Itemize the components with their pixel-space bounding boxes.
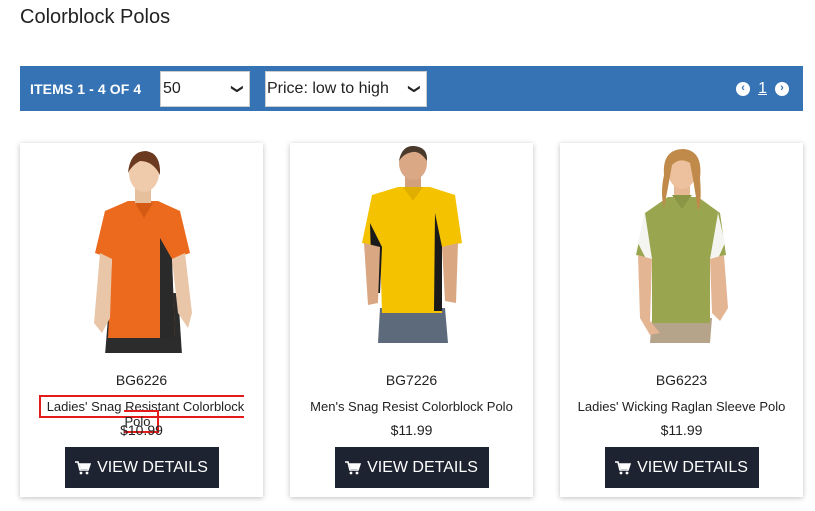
view-details-button[interactable]: VIEW DETAILS (604, 447, 759, 488)
product-price: $11.99 (660, 422, 703, 438)
view-details-button[interactable]: VIEW DETAILS (64, 447, 219, 488)
product-sku: BG6223 (655, 372, 708, 388)
product-name-link[interactable]: Men's Snag Resist Colorblock Polo (290, 399, 533, 414)
product-price: $11.99 (390, 422, 433, 438)
product-name[interactable]: Men's Snag Resist Colorblock Polo (310, 399, 513, 414)
pagination: ‹ 1 › (736, 80, 789, 98)
cart-icon (615, 460, 632, 474)
product-price: $10.99 (120, 422, 163, 438)
sort-select[interactable]: Price: low to high ❮ (265, 70, 427, 107)
page-link[interactable]: 1 (758, 80, 767, 98)
view-details-button[interactable]: VIEW DETAILS (334, 447, 489, 488)
chevron-down-icon: ❮ (405, 83, 420, 94)
view-details-label: VIEW DETAILS (637, 458, 748, 476)
items-count: ITEMS 1 - 4 OF 4 (30, 80, 142, 97)
product-image[interactable] (560, 143, 803, 353)
page-title: Colorblock Polos (20, 6, 171, 28)
product-name-link[interactable]: Ladies' Wicking Raglan Sleeve Polo (560, 399, 803, 414)
sort-value: Price: low to high (267, 79, 389, 97)
product-card: BG7226 Men's Snag Resist Colorblock Polo… (290, 143, 533, 497)
product-sku: BG7226 (385, 372, 438, 388)
next-page-icon[interactable]: › (775, 81, 789, 96)
listing-toolbar: ITEMS 1 - 4 OF 4 50 ❮ Price: low to high… (20, 66, 803, 111)
view-details-label: VIEW DETAILS (97, 458, 208, 476)
product-sku: BG6226 (115, 372, 168, 388)
product-image[interactable] (290, 143, 533, 353)
view-details-label: VIEW DETAILS (367, 458, 478, 476)
product-name[interactable]: Ladies' Wicking Raglan Sleeve Polo (578, 399, 786, 414)
product-card: BG6226 Ladies' Snag Resistant Colorblock… (20, 143, 263, 497)
chevron-down-icon: ❮ (228, 83, 243, 94)
cart-icon (75, 460, 92, 474)
product-image[interactable] (20, 143, 263, 353)
per-page-value: 50 (163, 79, 181, 97)
cart-icon (345, 460, 362, 474)
product-card: BG6223 Ladies' Wicking Raglan Sleeve Pol… (560, 143, 803, 497)
per-page-select[interactable]: 50 ❮ (160, 70, 250, 107)
previous-page-icon[interactable]: ‹ (736, 81, 751, 96)
